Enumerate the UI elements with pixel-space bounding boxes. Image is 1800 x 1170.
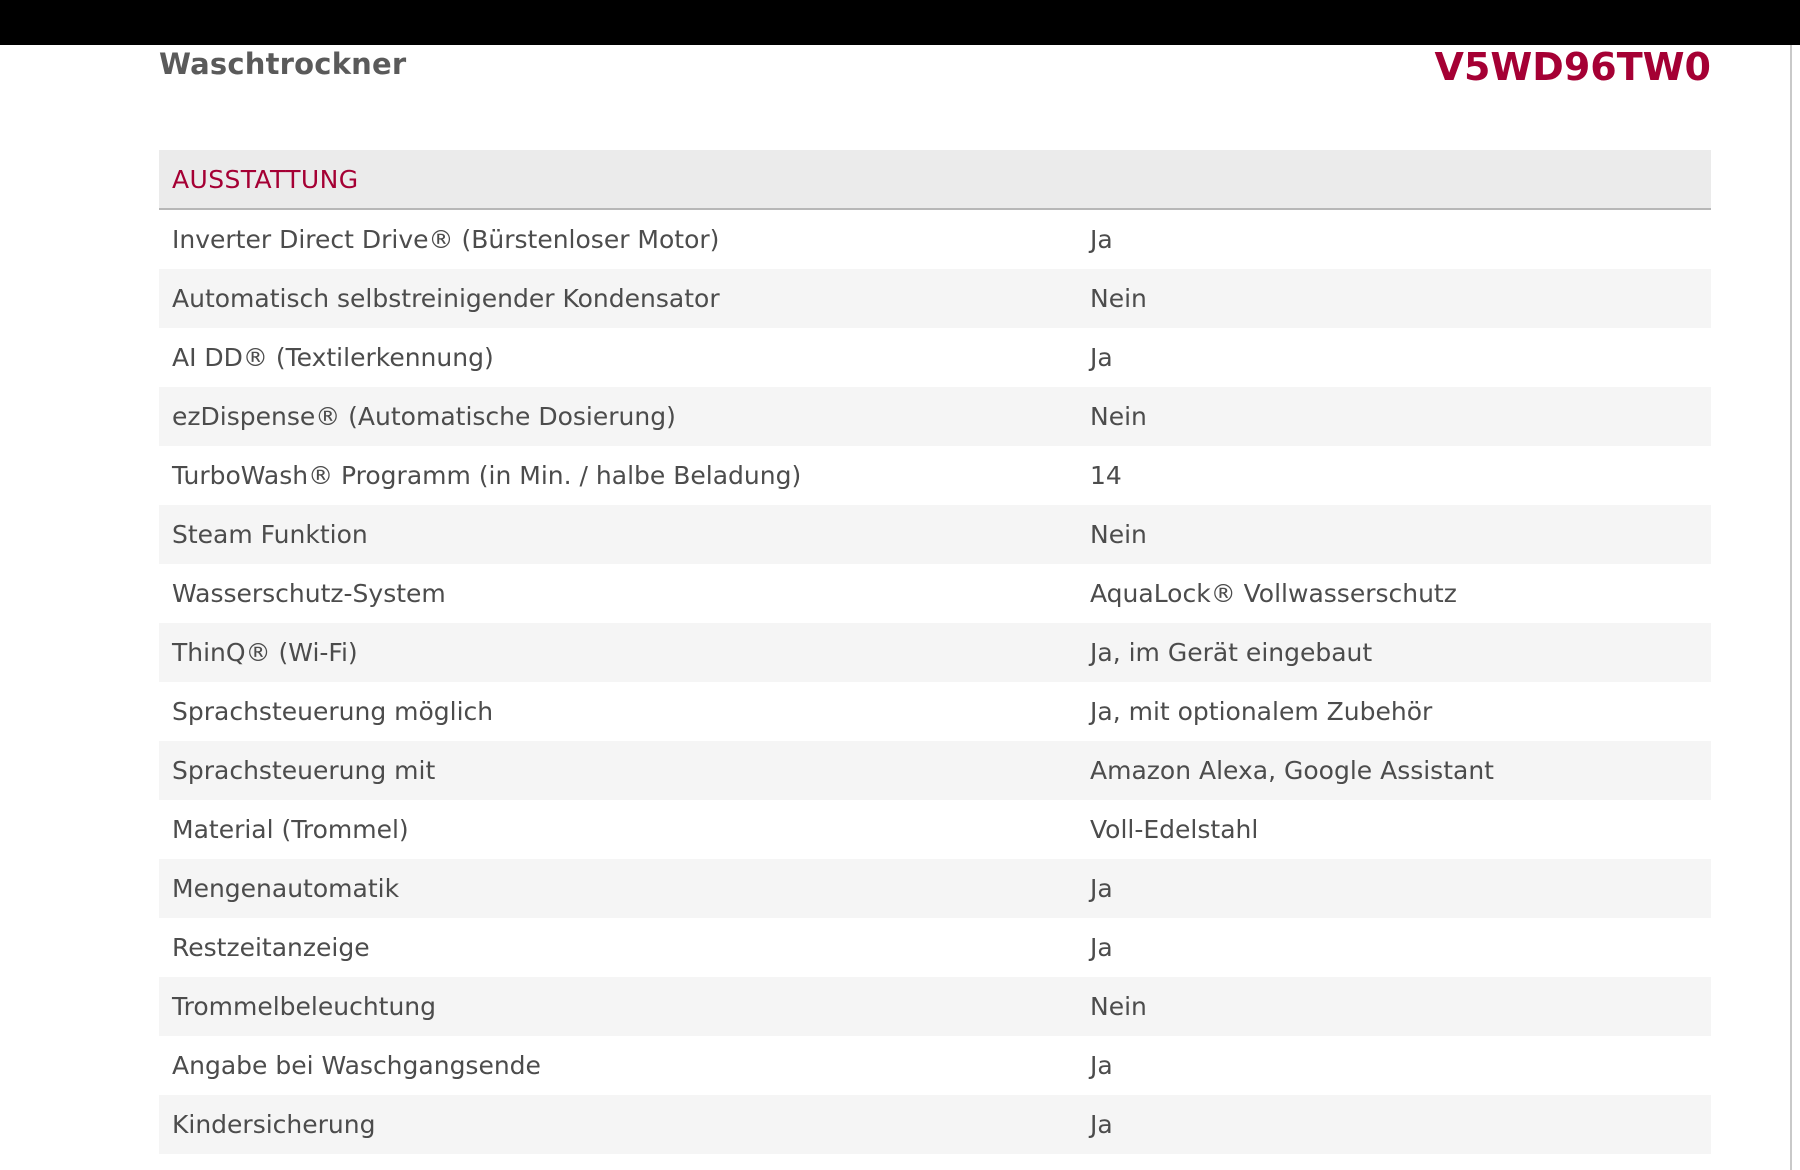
spec-value: Ja, im Gerät eingebaut bbox=[1077, 623, 1712, 682]
section-title: AUSSTATTUNG bbox=[159, 150, 1712, 210]
table-row: AI DD® (Textilerkennung) Ja bbox=[159, 328, 1712, 387]
spec-label: TurboWash® Programm (in Min. / halbe Bel… bbox=[159, 446, 1077, 505]
table-row: ThinQ® (Wi-Fi) Ja, im Gerät eingebaut bbox=[159, 623, 1712, 682]
table-row: Restzeitanzeige Ja bbox=[159, 918, 1712, 977]
table-row: Wasserschutz-System AquaLock® Vollwasser… bbox=[159, 564, 1712, 623]
spec-value: Nein bbox=[1077, 269, 1712, 328]
section-header-row: AUSSTATTUNG bbox=[159, 150, 1712, 210]
spec-label: Sprachsteuerung mit bbox=[159, 741, 1077, 800]
spec-value: Voll-Edelstahl bbox=[1077, 800, 1712, 859]
table-row: Sprachsteuerung möglich Ja, mit optional… bbox=[159, 682, 1712, 741]
spec-label: Kindersicherung bbox=[159, 1095, 1077, 1154]
spec-label: Material (Trommel) bbox=[159, 800, 1077, 859]
spec-label: Mengenautomatik bbox=[159, 859, 1077, 918]
table-row: Steam Funktion Nein bbox=[159, 505, 1712, 564]
model-number: V5WD96TW0 bbox=[1434, 45, 1711, 89]
spec-label: ThinQ® (Wi-Fi) bbox=[159, 623, 1077, 682]
top-black-bar bbox=[0, 0, 1800, 45]
table-row: Trommelbeleuchtung Nein bbox=[159, 977, 1712, 1036]
spec-value: Ja bbox=[1077, 859, 1712, 918]
table-row: Mengenautomatik Ja bbox=[159, 859, 1712, 918]
spec-value: Amazon Alexa, Google Assistant bbox=[1077, 741, 1712, 800]
spec-value: Ja bbox=[1077, 209, 1712, 269]
spec-table: AUSSTATTUNG Inverter Direct Drive® (Bürs… bbox=[159, 150, 1712, 1154]
spec-label: Sprachsteuerung möglich bbox=[159, 682, 1077, 741]
spec-value: Ja, mit optionalem Zubehör bbox=[1077, 682, 1712, 741]
spec-value: Ja bbox=[1077, 918, 1712, 977]
spec-label: Inverter Direct Drive® (Bürstenloser Mot… bbox=[159, 209, 1077, 269]
spec-label: Automatisch selbstreinigender Kondensato… bbox=[159, 269, 1077, 328]
spec-page: Waschtrockner V5WD96TW0 AUSSTATTUNG Inve… bbox=[159, 45, 1712, 1154]
table-row: Automatisch selbstreinigender Kondensato… bbox=[159, 269, 1712, 328]
table-row: Kindersicherung Ja bbox=[159, 1095, 1712, 1154]
spec-value: Ja bbox=[1077, 1095, 1712, 1154]
spec-value: Ja bbox=[1077, 1036, 1712, 1095]
table-row: Angabe bei Waschgangsende Ja bbox=[159, 1036, 1712, 1095]
table-row: ezDispense® (Automatische Dosierung) Nei… bbox=[159, 387, 1712, 446]
spec-value: 14 bbox=[1077, 446, 1712, 505]
table-row: TurboWash® Programm (in Min. / halbe Bel… bbox=[159, 446, 1712, 505]
spec-label: Steam Funktion bbox=[159, 505, 1077, 564]
spec-label: ezDispense® (Automatische Dosierung) bbox=[159, 387, 1077, 446]
spec-value: Nein bbox=[1077, 387, 1712, 446]
product-header: Waschtrockner V5WD96TW0 bbox=[159, 45, 1711, 150]
spec-label: Trommelbeleuchtung bbox=[159, 977, 1077, 1036]
spec-value: Nein bbox=[1077, 505, 1712, 564]
spec-label: Wasserschutz-System bbox=[159, 564, 1077, 623]
table-row: Inverter Direct Drive® (Bürstenloser Mot… bbox=[159, 209, 1712, 269]
spec-label: Angabe bei Waschgangsende bbox=[159, 1036, 1077, 1095]
scrollbar-track[interactable] bbox=[1790, 45, 1800, 1170]
spec-value: AquaLock® Vollwasserschutz bbox=[1077, 564, 1712, 623]
table-row: Sprachsteuerung mit Amazon Alexa, Google… bbox=[159, 741, 1712, 800]
spec-value: Ja bbox=[1077, 328, 1712, 387]
spec-label: Restzeitanzeige bbox=[159, 918, 1077, 977]
table-row: Material (Trommel) Voll-Edelstahl bbox=[159, 800, 1712, 859]
product-category: Waschtrockner bbox=[159, 47, 407, 81]
spec-label: AI DD® (Textilerkennung) bbox=[159, 328, 1077, 387]
spec-value: Nein bbox=[1077, 977, 1712, 1036]
